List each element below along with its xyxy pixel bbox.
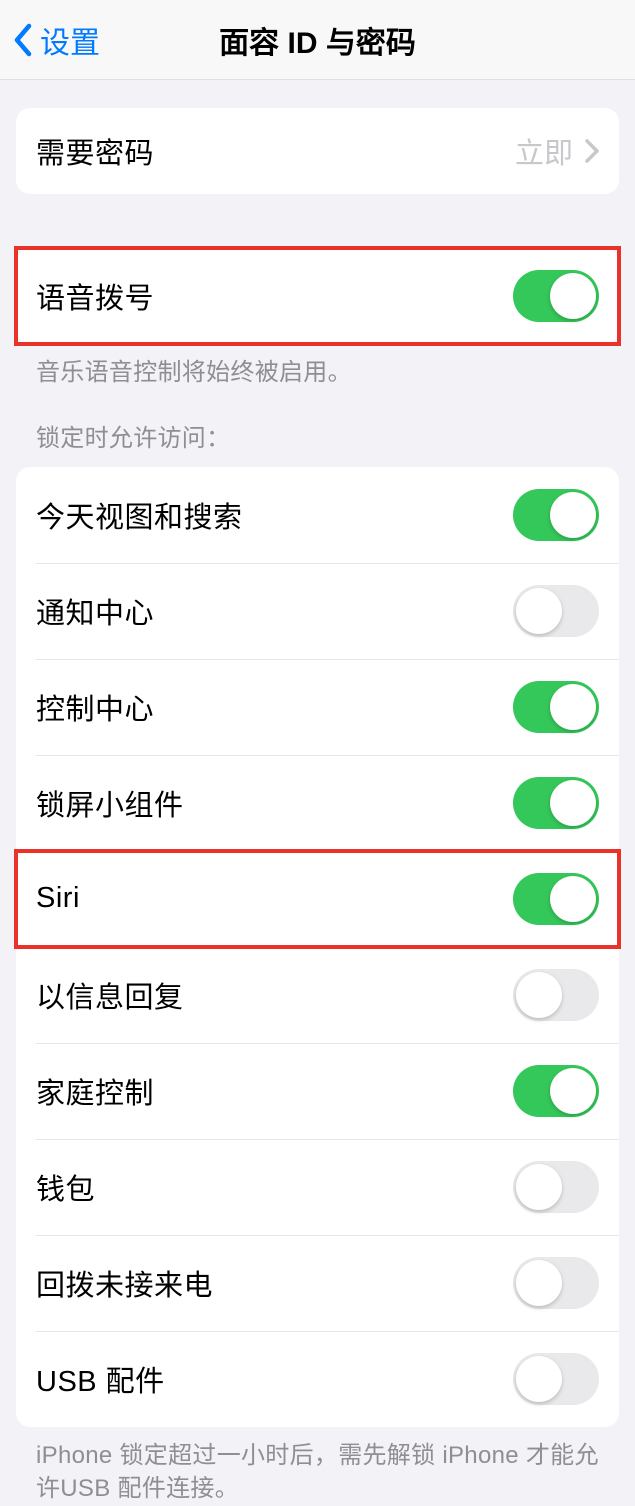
chevron-right-icon	[585, 139, 599, 163]
lock-access-toggle[interactable]	[513, 969, 599, 1021]
lock-access-label: 今天视图和搜索	[36, 494, 243, 536]
lock-access-toggle[interactable]	[513, 489, 599, 541]
lock-access-label: 回拨未接来电	[36, 1262, 213, 1304]
lock-access-label: USB 配件	[36, 1358, 165, 1400]
back-label: 设置	[40, 18, 100, 62]
lock-access-label: 钱包	[36, 1166, 95, 1208]
lock-access-label: 锁屏小组件	[36, 782, 184, 824]
lock-access-toggle[interactable]	[513, 873, 599, 925]
lock-access-row: 通知中心	[16, 563, 619, 659]
lock-access-footer: iPhone 锁定超过一小时后，需先解锁 iPhone 才能允许USB 配件连接…	[0, 1427, 635, 1506]
lock-access-group: 今天视图和搜索通知中心控制中心锁屏小组件 Siri 以信息回复家庭控制钱包回拨未接来…	[16, 467, 619, 1427]
page-title: 面容 ID 与密码	[219, 18, 416, 62]
back-button[interactable]: 设置	[12, 18, 100, 62]
voice-dial-row: 语音拨号	[16, 248, 619, 344]
lock-access-toggle[interactable]	[513, 585, 599, 637]
lock-access-label: 通知中心	[36, 590, 154, 632]
require-passcode-row[interactable]: 需要密码 立即	[16, 108, 619, 194]
lock-access-toggle[interactable]	[513, 1353, 599, 1405]
lock-access-row: 锁屏小组件	[16, 755, 619, 851]
lock-access-row: 家庭控制	[16, 1043, 619, 1139]
lock-access-toggle[interactable]	[513, 681, 599, 733]
chevron-left-icon	[12, 23, 32, 57]
lock-access-header: 锁定时允许访问：	[0, 390, 635, 461]
lock-access-row: Siri	[16, 851, 619, 947]
voice-dial-toggle[interactable]	[513, 270, 599, 322]
lock-access-row: 以信息回复	[16, 947, 619, 1043]
lock-access-toggle[interactable]	[513, 1161, 599, 1213]
navigation-bar: 设置 面容 ID 与密码	[0, 0, 635, 80]
lock-access-label: 控制中心	[36, 686, 154, 728]
lock-access-row: 今天视图和搜索	[16, 467, 619, 563]
lock-access-toggle[interactable]	[513, 1257, 599, 1309]
lock-access-label: Siri	[36, 882, 80, 915]
voice-dial-label: 语音拨号	[36, 275, 154, 317]
voice-dial-group: 语音拨号	[16, 248, 619, 344]
lock-access-row: USB 配件	[16, 1331, 619, 1427]
lock-access-row: 钱包	[16, 1139, 619, 1235]
lock-access-label: 以信息回复	[36, 974, 184, 1016]
lock-access-row: 控制中心	[16, 659, 619, 755]
lock-access-row: 回拨未接来电	[16, 1235, 619, 1331]
require-passcode-group: 需要密码 立即	[16, 108, 619, 194]
lock-access-toggle[interactable]	[513, 777, 599, 829]
voice-dial-footer: 音乐语音控制将始终被启用。	[0, 344, 635, 390]
require-passcode-label: 需要密码	[36, 130, 154, 172]
row-value-area: 立即	[515, 130, 599, 172]
lock-access-toggle[interactable]	[513, 1065, 599, 1117]
lock-access-label: 家庭控制	[36, 1070, 154, 1112]
require-passcode-value: 立即	[515, 130, 573, 172]
